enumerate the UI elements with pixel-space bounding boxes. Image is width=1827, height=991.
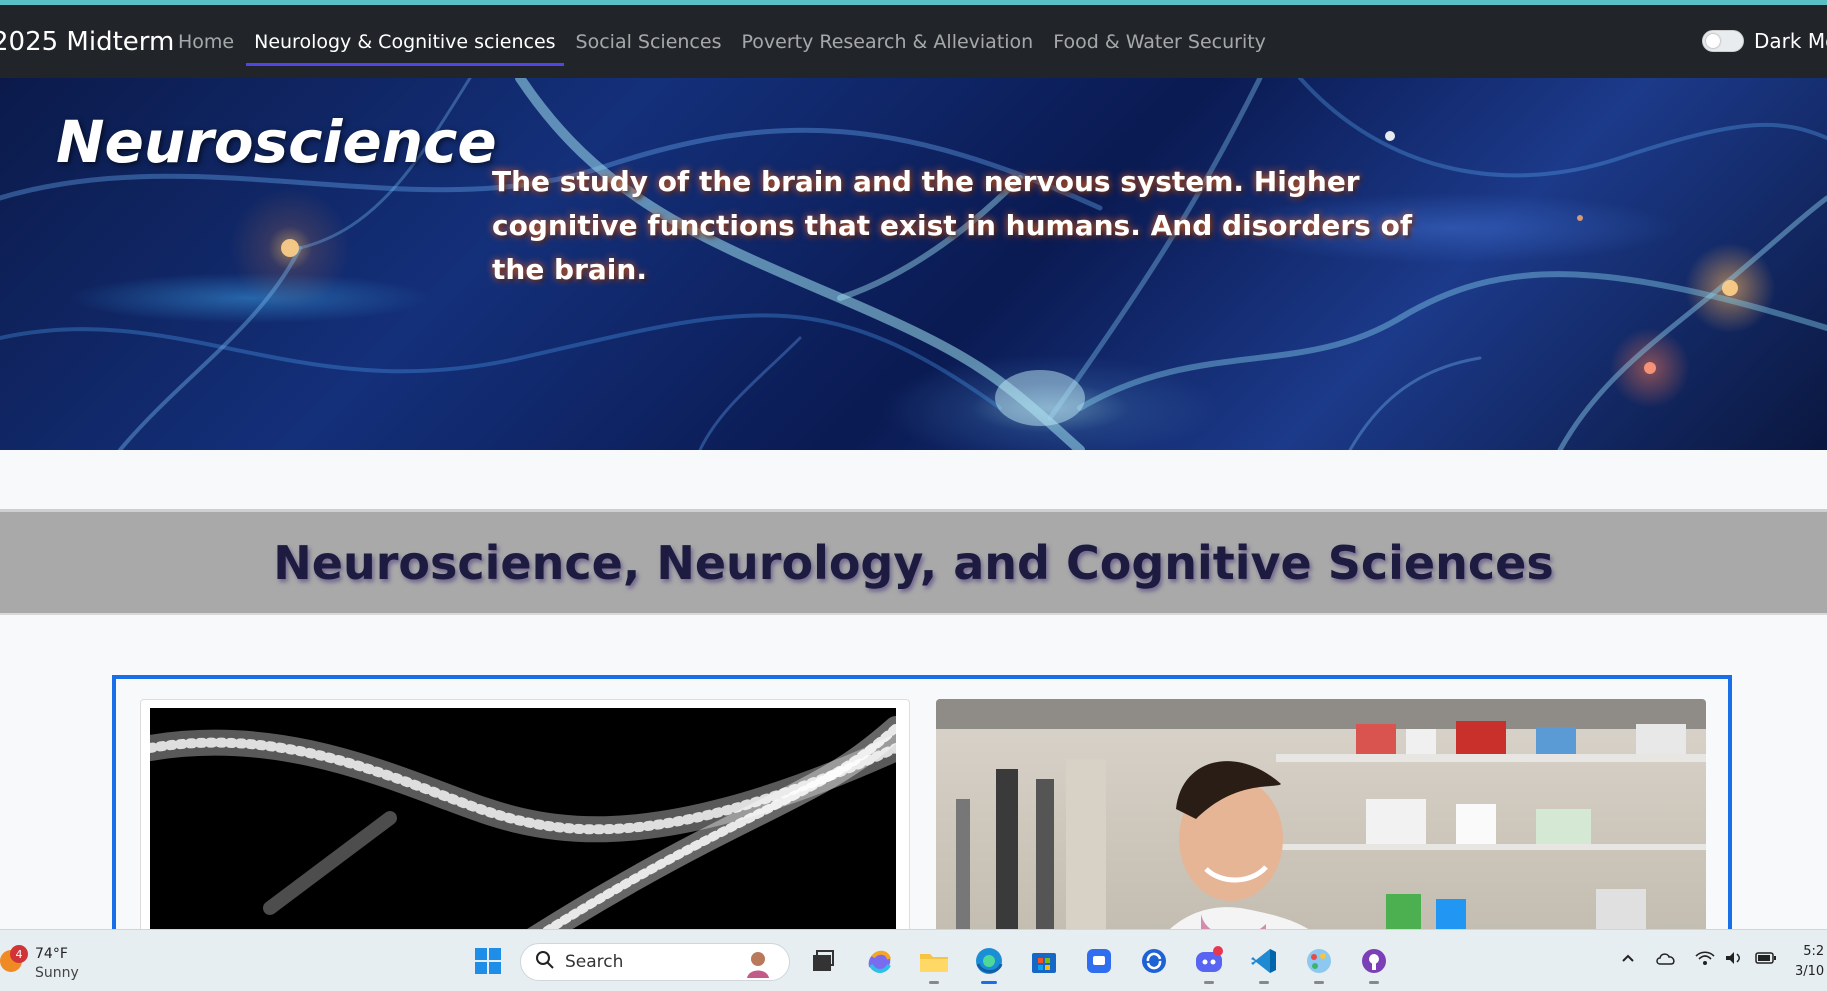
- chat-app-icon[interactable]: [1082, 944, 1116, 978]
- sync-app-icon[interactable]: [1137, 944, 1171, 978]
- nav-links: Home Neurology & Cognitive sciences Soci…: [168, 5, 1276, 78]
- section-heading-band: Neuroscience, Neurology, and Cognitive S…: [0, 509, 1827, 615]
- microsoft-store-icon[interactable]: [1027, 944, 1061, 978]
- weather-widget[interactable]: 4 74°F Sunny: [0, 942, 90, 982]
- onedrive-cloud-icon[interactable]: [1655, 950, 1677, 971]
- show-hidden-icons-chevron-icon[interactable]: [1620, 950, 1636, 971]
- discord-icon[interactable]: [1192, 944, 1226, 984]
- weather-temperature: 74°F: [35, 946, 68, 962]
- battery-icon[interactable]: [1755, 950, 1777, 971]
- search-placeholder: Search: [565, 952, 624, 972]
- nav-link-social-sciences[interactable]: Social Sciences: [566, 5, 732, 78]
- section-title: Neuroscience, Neurology, and Cognitive S…: [273, 535, 1554, 590]
- clock-time: 5:2: [1803, 944, 1825, 959]
- vscode-icon[interactable]: [1247, 944, 1281, 984]
- search-highlight-icon: [743, 948, 773, 982]
- notification-badge: 4: [10, 945, 28, 963]
- paint-app-icon[interactable]: [1302, 944, 1336, 984]
- clock-date: 3/10: [1795, 964, 1825, 979]
- nav-link-home[interactable]: Home: [168, 5, 244, 78]
- weather-condition: Sunny: [35, 965, 79, 981]
- navbar-brand[interactable]: 2025 Midterm: [0, 27, 174, 57]
- hero-title: Neuroscience: [56, 108, 497, 176]
- nav-link-poverty-research[interactable]: Poverty Research & Alleviation: [731, 5, 1043, 78]
- running-indicator: [929, 981, 939, 984]
- wifi-icon[interactable]: [1695, 950, 1715, 971]
- hero-banner: Neuroscience The study of the brain and …: [0, 78, 1827, 450]
- hero-description: The study of the brain and the nervous s…: [492, 165, 1413, 286]
- taskbar-search-box[interactable]: Search: [520, 943, 790, 981]
- nav-link-neurology[interactable]: Neurology & Cognitive sciences: [244, 5, 565, 78]
- dark-mode-toggle[interactable]: [1702, 30, 1744, 52]
- file-explorer-icon[interactable]: [917, 944, 951, 984]
- system-clock[interactable]: 5:2 3/10: [1795, 942, 1824, 982]
- windows-taskbar: 4 74°F Sunny Search 5:2 3/10: [0, 929, 1827, 991]
- navbar: 2025 Midterm Home Neurology & Cognitive …: [0, 5, 1827, 78]
- dark-mode-label: Dark Mo: [1754, 29, 1827, 53]
- task-view-icon[interactable]: [806, 944, 840, 978]
- dark-mode-switch-group: Dark Mo: [1702, 29, 1827, 53]
- nav-link-food-water[interactable]: Food & Water Security: [1043, 5, 1276, 78]
- running-indicator: [1259, 981, 1269, 984]
- copilot-icon[interactable]: [862, 944, 896, 978]
- toggle-knob: [1706, 34, 1720, 48]
- active-indicator: [981, 981, 997, 984]
- windows-start-icon[interactable]: [471, 944, 505, 978]
- search-icon: [535, 950, 555, 974]
- running-indicator: [1314, 981, 1324, 984]
- running-indicator: [1204, 981, 1214, 984]
- edge-browser-icon[interactable]: [972, 944, 1006, 984]
- volume-icon[interactable]: [1724, 950, 1744, 971]
- running-indicator: [1369, 981, 1379, 984]
- github-desktop-icon[interactable]: [1357, 944, 1391, 984]
